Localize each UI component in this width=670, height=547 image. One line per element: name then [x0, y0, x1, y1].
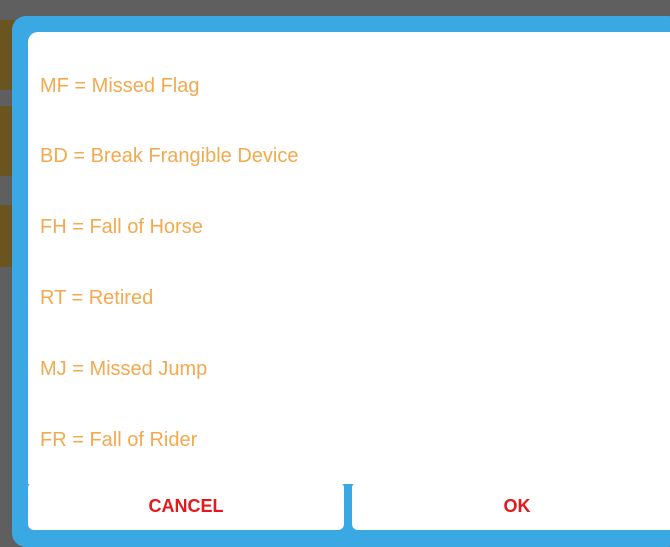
legend-dialog: MF = Missed Flag BD = Break Frangible De… — [12, 16, 670, 547]
legend-item-fr: FR = Fall of Rider — [40, 429, 198, 451]
legend-item-bd: BD = Break Frangible Device — [40, 145, 299, 167]
ok-button[interactable]: OK — [352, 482, 670, 530]
legend-item-rt: RT = Retired — [40, 287, 154, 309]
cancel-button[interactable]: CANCEL — [28, 482, 344, 530]
legend-item-fh: FH = Fall of Horse — [40, 216, 203, 238]
legend-item-mf: MF = Missed Flag — [40, 75, 200, 97]
legend-item-mj: MJ = Missed Jump — [40, 358, 208, 380]
legend-list: MF = Missed Flag BD = Break Frangible De… — [28, 32, 670, 484]
